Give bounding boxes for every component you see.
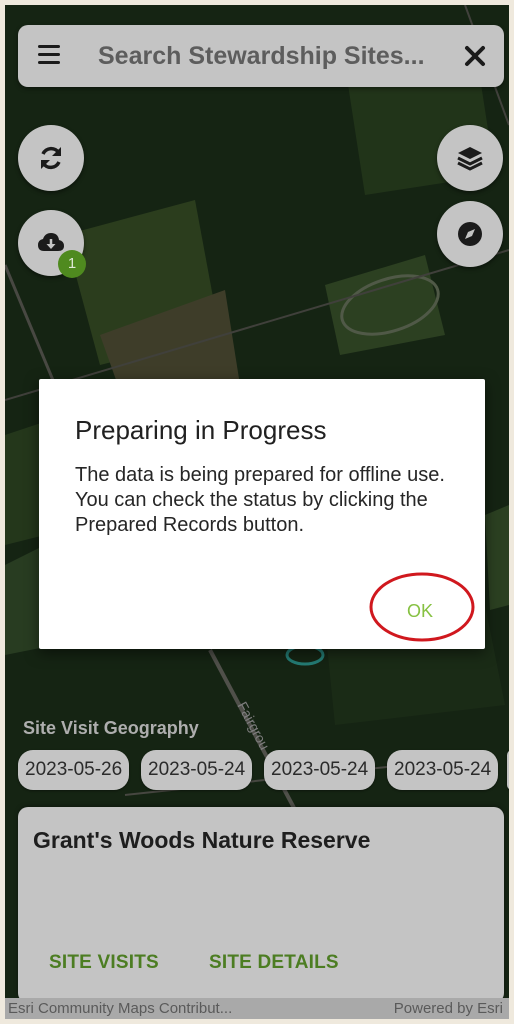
map-attribution: Esri Community Maps Contribut... Powered… — [5, 998, 509, 1019]
dialog-message: The data is being prepared for offline u… — [75, 464, 445, 536]
menu-icon[interactable] — [38, 45, 62, 67]
close-icon[interactable] — [460, 41, 490, 71]
compass-icon — [458, 222, 482, 246]
search-input[interactable]: Search Stewardship Sites... — [98, 25, 425, 87]
site-visits-button[interactable]: SITE VISITS — [49, 952, 159, 974]
compass-button[interactable] — [437, 201, 503, 267]
geography-chip[interactable]: 2023-05-24 — [264, 750, 376, 790]
powered-by-text: Powered by Esri — [393, 1000, 503, 1017]
refresh-icon — [41, 146, 61, 170]
cloud-download-icon — [38, 233, 64, 251]
search-bar[interactable]: Search Stewardship Sites... — [18, 25, 504, 87]
dialog-title: Preparing in Progress — [75, 415, 327, 445]
ok-button[interactable]: OK — [394, 595, 446, 627]
geography-chip[interactable]: 2023-05-24 — [141, 750, 253, 790]
geography-chip[interactable]: 2023-05-26 — [18, 750, 130, 790]
app-screen: Fairgrou Search Stewardship Sites... 1 P… — [5, 5, 509, 1019]
attribution-text: Esri Community Maps Contribut... — [8, 1000, 233, 1017]
geography-label: Site Visit Geography — [23, 718, 199, 738]
geography-chip[interactable]: 2023-05-24 — [387, 750, 499, 790]
refresh-button[interactable] — [18, 125, 84, 191]
geography-chip-partial[interactable] — [507, 750, 509, 790]
site-card: Grant's Woods Nature Reserve SITE VISITS… — [18, 807, 504, 1003]
prepared-records-badge: 1 — [58, 250, 86, 278]
site-name: Grant's Woods Nature Reserve — [33, 827, 371, 853]
layers-button[interactable] — [437, 125, 503, 191]
layers-icon — [457, 147, 483, 171]
site-details-button[interactable]: SITE DETAILS — [209, 952, 339, 974]
preparing-dialog: Preparing in Progress The data is being … — [39, 379, 485, 649]
